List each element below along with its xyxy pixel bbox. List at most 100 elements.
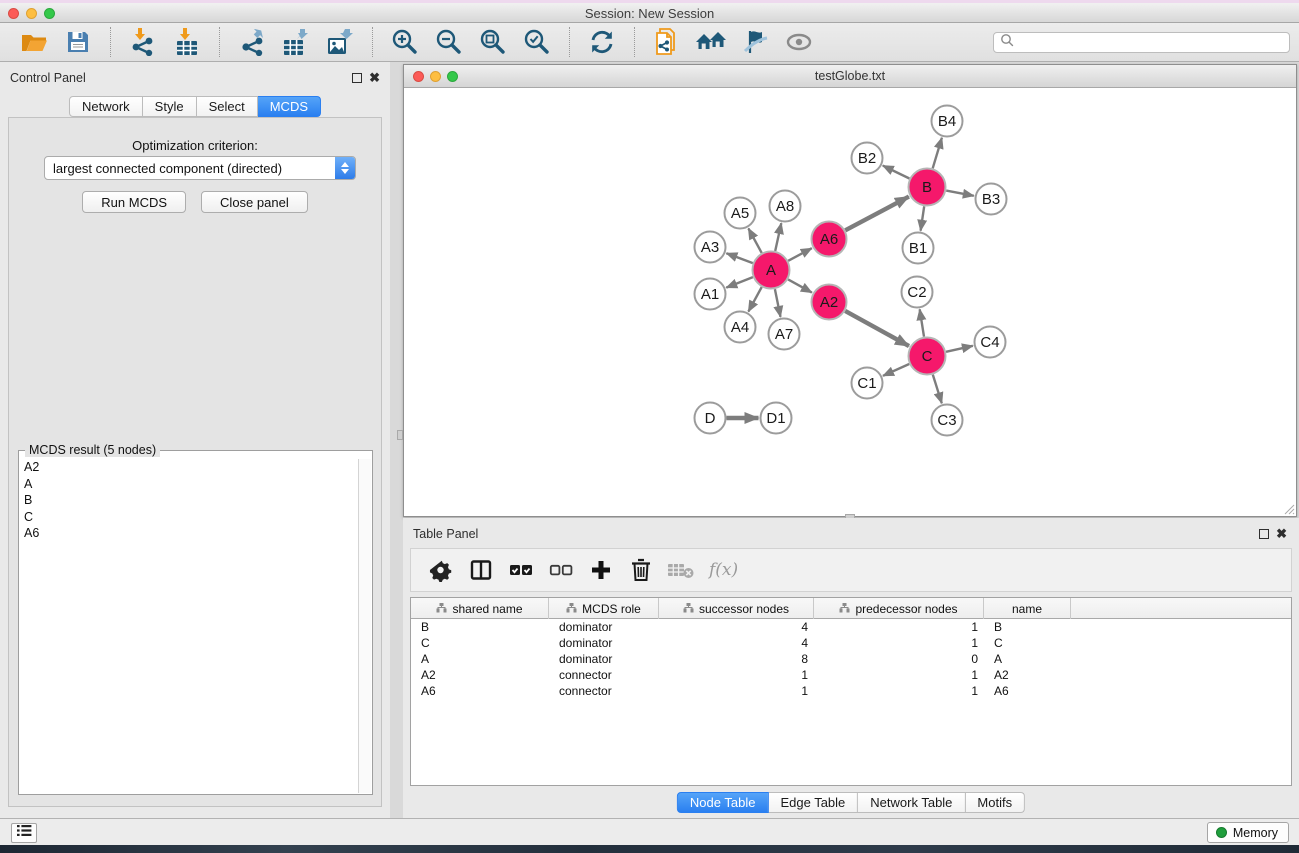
columns-icon[interactable]	[464, 554, 498, 586]
table-cell[interactable]: 1	[814, 683, 984, 699]
unselect-all-icon[interactable]	[544, 554, 578, 586]
close-panel-button[interactable]: Close panel	[201, 191, 308, 213]
network-node-B1[interactable]: B1	[903, 233, 934, 264]
table-cell[interactable]: 4	[659, 619, 814, 635]
network-node-C2[interactable]: C2	[902, 277, 933, 308]
column-header-predecessor-nodes[interactable]: predecessor nodes	[814, 598, 984, 619]
delete-table-icon[interactable]	[664, 554, 698, 586]
table-cell[interactable]: 1	[659, 667, 814, 683]
result-list-item[interactable]: A	[20, 476, 358, 493]
gear-icon[interactable]	[424, 554, 458, 586]
import-network-icon[interactable]	[126, 26, 160, 58]
column-header-shared-name[interactable]: shared name	[411, 598, 549, 619]
optimization-criterion-dropdown[interactable]: largest connected component (directed)	[44, 156, 356, 180]
zoom-fit-icon[interactable]	[476, 26, 510, 58]
column-header-name[interactable]: name	[984, 598, 1071, 619]
search-input[interactable]	[1014, 36, 1289, 50]
network-node-A2[interactable]: A2	[812, 285, 847, 320]
tab-network-table[interactable]: Network Table	[858, 792, 965, 813]
network-node-B[interactable]: B	[909, 169, 946, 206]
function-builder-icon[interactable]: f(x)	[709, 560, 738, 580]
tab-network[interactable]: Network	[69, 96, 143, 117]
network-node-A[interactable]: A	[753, 252, 790, 289]
table-cell[interactable]: C	[984, 635, 1071, 651]
tab-mcds[interactable]: MCDS	[258, 96, 321, 117]
table-cell[interactable]: A6	[984, 683, 1071, 699]
network-node-A3[interactable]: A3	[695, 232, 726, 263]
close-panel-icon[interactable]: ✖	[369, 70, 380, 86]
save-icon[interactable]	[61, 26, 95, 58]
table-cell[interactable]: A6	[411, 683, 549, 699]
import-table-icon[interactable]	[170, 26, 204, 58]
table-cell[interactable]: 1	[814, 667, 984, 683]
network-node-A1[interactable]: A1	[695, 279, 726, 310]
table-cell[interactable]: B	[984, 619, 1071, 635]
column-header-successor-nodes[interactable]: successor nodes	[659, 598, 814, 619]
zoom-out-icon[interactable]	[432, 26, 466, 58]
table-cell[interactable]: A2	[411, 667, 549, 683]
table-row[interactable]: Bdominator41B	[411, 619, 1291, 635]
run-mcds-button[interactable]: Run MCDS	[82, 191, 186, 213]
network-node-A5[interactable]: A5	[725, 198, 756, 229]
export-network-icon[interactable]	[235, 26, 269, 58]
network-node-D1[interactable]: D1	[761, 403, 792, 434]
network-node-C3[interactable]: C3	[932, 405, 963, 436]
result-list-item[interactable]: A6	[20, 525, 358, 542]
tab-motifs[interactable]: Motifs	[965, 792, 1025, 813]
plus-icon[interactable]	[584, 554, 618, 586]
table-cell[interactable]: C	[411, 635, 549, 651]
float-panel-icon[interactable]	[1259, 529, 1269, 539]
zoom-selected-icon[interactable]	[520, 26, 554, 58]
table-row[interactable]: A6connector11A6	[411, 683, 1291, 699]
eye-icon[interactable]	[782, 26, 816, 58]
network-node-C4[interactable]: C4	[975, 327, 1006, 358]
table-cell[interactable]: A	[411, 651, 549, 667]
table-cell[interactable]: 0	[814, 651, 984, 667]
trash-icon[interactable]	[624, 554, 658, 586]
result-list-item[interactable]: B	[20, 492, 358, 509]
network-node-B4[interactable]: B4	[932, 106, 963, 137]
clone-network-icon[interactable]	[650, 26, 684, 58]
home-icon[interactable]	[694, 26, 728, 58]
table-cell[interactable]: 8	[659, 651, 814, 667]
table-cell[interactable]: 1	[659, 683, 814, 699]
hide-details-icon[interactable]	[738, 26, 772, 58]
table-cell[interactable]: 4	[659, 635, 814, 651]
tab-edge-table[interactable]: Edge Table	[768, 792, 858, 813]
table-row[interactable]: Adominator80A	[411, 651, 1291, 667]
export-image-icon[interactable]	[323, 26, 357, 58]
network-node-B3[interactable]: B3	[976, 184, 1007, 215]
network-node-A7[interactable]: A7	[769, 319, 800, 350]
close-panel-icon[interactable]: ✖	[1276, 526, 1287, 542]
zoom-in-icon[interactable]	[388, 26, 422, 58]
network-view-window[interactable]: testGlobe.txt B4B2BB3A5A8A6B1A3AC2A1A2A4…	[403, 64, 1297, 517]
table-cell[interactable]: connector	[549, 683, 659, 699]
table-cell[interactable]: B	[411, 619, 549, 635]
mcds-result-list[interactable]: A2ABCA6	[20, 459, 358, 793]
refresh-icon[interactable]	[585, 26, 619, 58]
result-list-item[interactable]: C	[20, 509, 358, 526]
network-node-C[interactable]: C	[909, 338, 946, 375]
memory-button[interactable]: Memory	[1207, 822, 1289, 843]
table-row[interactable]: A2connector11A2	[411, 667, 1291, 683]
network-node-C1[interactable]: C1	[852, 368, 883, 399]
result-scrollbar[interactable]	[358, 459, 371, 793]
table-cell[interactable]: A	[984, 651, 1071, 667]
select-all-icon[interactable]	[504, 554, 538, 586]
table-cell[interactable]: connector	[549, 667, 659, 683]
tab-node-table[interactable]: Node Table	[677, 792, 769, 813]
search-box[interactable]	[993, 32, 1290, 53]
network-node-A4[interactable]: A4	[725, 312, 756, 343]
open-folder-icon[interactable]	[17, 26, 51, 58]
node-table[interactable]: shared nameMCDS rolesuccessor nodesprede…	[410, 597, 1292, 786]
task-history-button[interactable]	[11, 823, 37, 843]
splitter-handle[interactable]	[397, 430, 403, 440]
table-cell[interactable]: A2	[984, 667, 1071, 683]
column-header-MCDS-role[interactable]: MCDS role	[549, 598, 659, 619]
network-node-A8[interactable]: A8	[770, 191, 801, 222]
table-cell[interactable]: dominator	[549, 651, 659, 667]
table-cell[interactable]: dominator	[549, 619, 659, 635]
float-panel-icon[interactable]	[352, 73, 362, 83]
resize-grip-icon[interactable]	[1281, 501, 1295, 515]
table-row[interactable]: Cdominator41C	[411, 635, 1291, 651]
